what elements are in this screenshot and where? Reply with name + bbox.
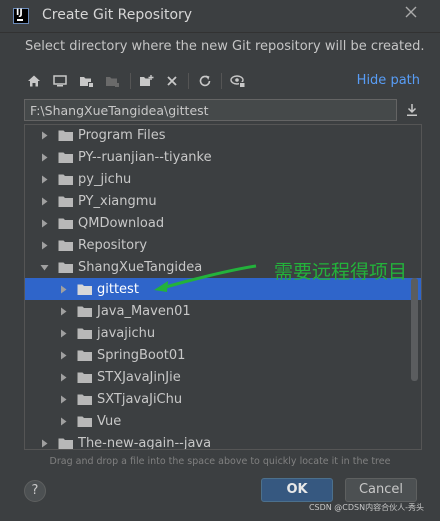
tree-row[interactable]: Program Files — [25, 125, 421, 146]
tree-row[interactable]: STXJavaJinJie — [25, 366, 421, 388]
chevron-right-icon[interactable] — [58, 416, 68, 426]
chevron-right-icon[interactable] — [58, 394, 68, 404]
folder-icon — [77, 393, 93, 406]
tree-row-label: The-new-again--java — [78, 435, 212, 450]
tree-row-label: Vue — [97, 413, 122, 429]
annotation-arrow — [154, 264, 257, 292]
show-hidden-icon[interactable] — [228, 70, 248, 92]
folder-icon — [77, 371, 93, 384]
chevron-down-icon[interactable] — [39, 262, 49, 272]
chevron-right-icon[interactable] — [58, 350, 68, 360]
tree-row-label: QMDownload — [78, 215, 165, 231]
chevron-right-icon[interactable] — [39, 130, 49, 140]
folder-icon — [77, 327, 93, 340]
folder-icon — [58, 195, 74, 208]
folder-icon — [77, 349, 93, 362]
chevron-right-icon[interactable] — [39, 240, 49, 250]
folder-icon — [77, 305, 93, 318]
folder-icon — [58, 151, 74, 164]
cancel-button[interactable]: Cancel — [345, 478, 417, 502]
toolbar-separator — [221, 73, 222, 89]
chevron-right-icon[interactable] — [39, 196, 49, 206]
tree-row[interactable]: SXTjavaJiChu — [25, 388, 421, 410]
chevron-right-icon[interactable] — [39, 174, 49, 184]
path-input[interactable] — [24, 99, 397, 121]
folder-icon — [77, 415, 93, 428]
tree-row-label: STXJavaJinJie — [97, 369, 181, 385]
chevron-right-icon[interactable] — [58, 372, 68, 382]
new-folder-icon[interactable] — [136, 70, 156, 92]
tree-row-label: PY_xiangmu — [78, 193, 157, 209]
tree-row-label: javajichu — [97, 325, 156, 341]
chevron-right-icon[interactable] — [39, 438, 49, 448]
folder-icon — [58, 173, 74, 186]
window-title: Create Git Repository — [42, 7, 193, 23]
close-icon[interactable] — [402, 5, 420, 23]
chevron-right-icon[interactable] — [58, 306, 68, 316]
tree-row-label: Java_Maven01 — [97, 303, 191, 319]
chevron-right-icon[interactable] — [39, 152, 49, 162]
hide-path-link[interactable]: Hide path — [357, 73, 420, 88]
chevron-right-icon[interactable] — [58, 328, 68, 338]
folder-icon — [58, 261, 74, 274]
folder-icon — [58, 437, 74, 450]
tree-row[interactable]: Java_Maven01 — [25, 300, 421, 322]
csdn-watermark: CSDN @CDSN内容合伙人-秀头 — [308, 503, 424, 512]
tree-row-label: SXTjavaJiChu — [97, 391, 183, 407]
tree-row[interactable]: Vue — [25, 410, 421, 432]
tree-row[interactable]: The-new-again--java — [25, 432, 421, 450]
title-bar: IJ Create Git Repository — [0, 0, 440, 32]
tree-row[interactable]: javajichu — [25, 322, 421, 344]
tree-row[interactable]: PY--ruanjian--tiyanke — [25, 146, 421, 168]
tree-row-label: Repository — [78, 237, 148, 253]
download-icon[interactable] — [404, 101, 420, 119]
title-divider — [0, 32, 440, 33]
folder-icon — [77, 283, 93, 296]
ok-button[interactable]: OK — [261, 478, 333, 502]
chevron-right-icon[interactable] — [58, 284, 68, 294]
chevron-right-icon[interactable] — [39, 218, 49, 228]
tree-row-label: PY--ruanjian--tiyanke — [78, 149, 212, 165]
home-icon[interactable] — [24, 70, 44, 92]
tree-scrollbar[interactable] — [411, 278, 418, 381]
tree-row[interactable]: Repository — [25, 234, 421, 256]
tree-row-label: Program Files — [78, 127, 166, 143]
tree-row[interactable]: PY_xiangmu — [25, 190, 421, 212]
annotation-text: 需要远程得项目 — [274, 261, 408, 283]
folder-icon — [58, 239, 74, 252]
folder-icon — [58, 217, 74, 230]
tree-row-label: py_jichu — [78, 171, 132, 187]
tree-row-label: gittest — [97, 281, 139, 297]
intellij-icon: IJ — [13, 8, 29, 24]
drag-drop-hint: Drag and drop a file into the space abov… — [49, 456, 391, 467]
tree-row-label: SpringBoot01 — [97, 347, 186, 363]
tree-row[interactable]: QMDownload — [25, 212, 421, 234]
tree-row[interactable]: py_jichu — [25, 168, 421, 190]
refresh-icon[interactable] — [195, 70, 215, 92]
toolbar-separator — [188, 73, 189, 89]
help-button[interactable]: ? — [24, 480, 46, 502]
folder-icon — [58, 129, 74, 142]
project-folder-icon[interactable] — [76, 70, 96, 92]
desktop-icon[interactable] — [50, 70, 70, 92]
module-folder-icon[interactable] — [102, 70, 122, 92]
dialog-description: Select directory where the new Git repos… — [25, 39, 425, 54]
toolbar-separator — [130, 73, 131, 89]
delete-icon[interactable] — [162, 70, 182, 92]
tree-row[interactable]: SpringBoot01 — [25, 344, 421, 366]
